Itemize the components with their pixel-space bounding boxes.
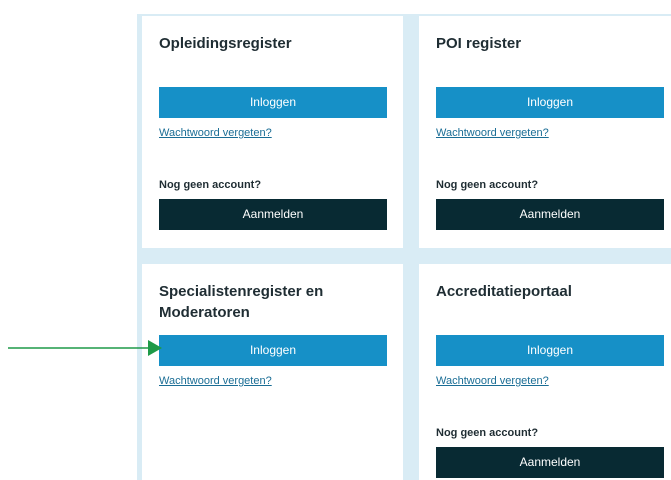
- card-title-line1: Specialistenregister en: [159, 283, 324, 300]
- arrow-right-icon: [8, 340, 162, 356]
- no-account-label: Nog geen account?: [436, 179, 539, 191]
- login-button[interactable]: Inloggen: [159, 335, 387, 366]
- card-title-line2: Moderatoren: [159, 304, 250, 321]
- signup-button[interactable]: Aanmelden: [159, 199, 387, 230]
- signup-button[interactable]: Aanmelden: [436, 447, 664, 478]
- login-button[interactable]: Inloggen: [436, 335, 664, 366]
- no-account-label: Nog geen account?: [436, 427, 539, 439]
- login-button[interactable]: Inloggen: [159, 87, 387, 118]
- signup-button[interactable]: Aanmelden: [436, 199, 664, 230]
- forgot-password-link[interactable]: Wachtwoord vergeten?: [159, 375, 272, 387]
- card-opleidingsregister: Opleidingsregister Inloggen Wachtwoord v…: [142, 16, 403, 248]
- card-accreditatieportaal: Accreditatieportaal Inloggen Wachtwoord …: [419, 264, 671, 480]
- card-poi-register: POI register Inloggen Wachtwoord vergete…: [419, 16, 671, 248]
- login-button[interactable]: Inloggen: [436, 87, 664, 118]
- page: Opleidingsregister Inloggen Wachtwoord v…: [0, 0, 671, 480]
- card-title: Opleidingsregister: [159, 35, 292, 52]
- no-account-label: Nog geen account?: [159, 179, 262, 191]
- card-specialistenregister: Specialistenregister en Moderatoren Inlo…: [142, 264, 403, 480]
- forgot-password-link[interactable]: Wachtwoord vergeten?: [436, 127, 549, 139]
- forgot-password-link[interactable]: Wachtwoord vergeten?: [159, 127, 272, 139]
- card-title: Accreditatieportaal: [436, 283, 572, 300]
- card-title: POI register: [436, 35, 522, 52]
- forgot-password-link[interactable]: Wachtwoord vergeten?: [436, 375, 549, 387]
